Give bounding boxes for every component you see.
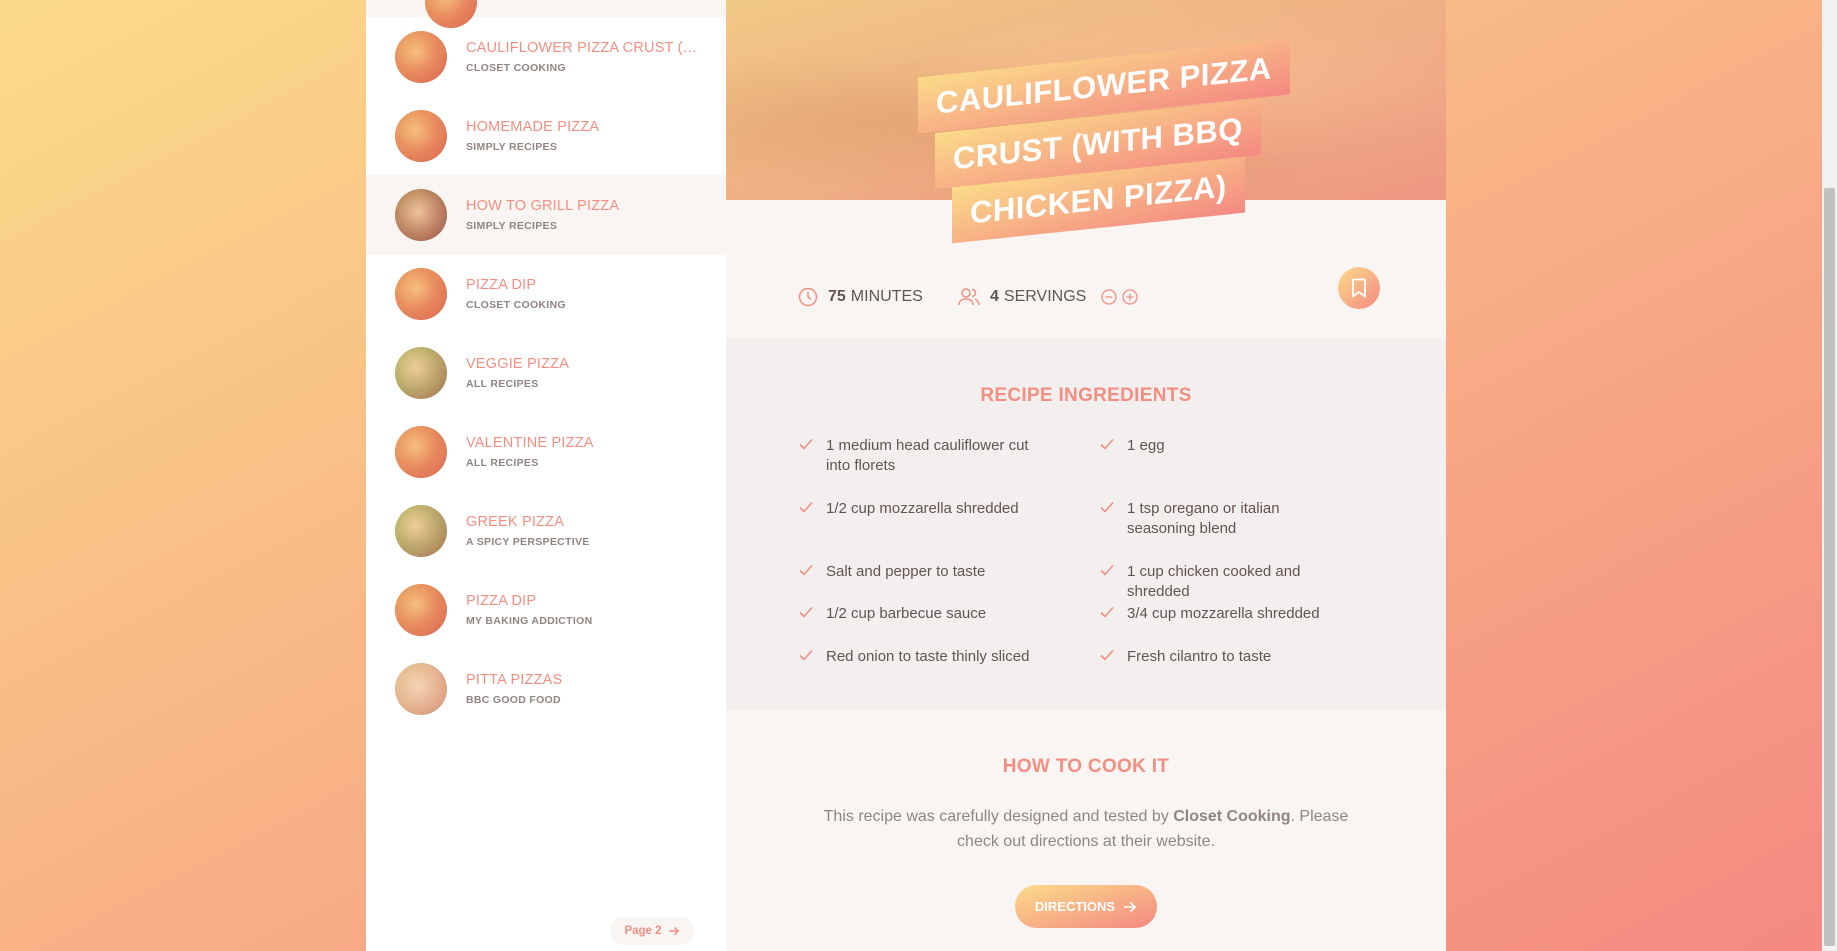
result-thumbnail (395, 268, 447, 320)
result-item[interactable]: Pizza Dip My Baking Addiction (366, 570, 726, 650)
directions-text: This recipe was carefully designed and t… (806, 804, 1366, 854)
arrow-right-icon (1124, 901, 1137, 912)
ingredients-section: Recipe Ingredients 1 medium head caulifl… (726, 339, 1446, 709)
result-item[interactable]: Veggie Pizza All Recipes (366, 333, 726, 413)
result-publisher: All Recipes (466, 378, 539, 390)
check-icon (798, 647, 826, 669)
directions-button[interactable]: Directions (1015, 885, 1157, 928)
recipe-title: Cauliflower Pizza Crust (with BBQ Chicke… (726, 0, 1446, 260)
ingredient-text: 1 cup chicken cooked and shredded (1127, 563, 1301, 600)
result-thumbnail (395, 110, 447, 162)
result-publisher: Closet Cooking (466, 299, 566, 311)
check-icon (798, 604, 826, 626)
bookmark-icon (1352, 278, 1366, 298)
servings-label: servings (1003, 288, 1087, 305)
ingredient-item: 1/2 cup mozzarella shredded (798, 499, 1048, 521)
ingredient-item: Red onion to taste thinly sliced (798, 647, 1048, 669)
ingredient-text: 1/2 cup barbecue sauce (826, 605, 987, 622)
result-item[interactable]: Cauliflower Pizza Crust (with BBQ Chicke… (366, 17, 726, 97)
ingredient-item: Fresh cilantro to taste (1099, 647, 1349, 669)
directions-button-label: Directions (1034, 899, 1116, 914)
ingredient-text: Red onion to taste thinly sliced (826, 648, 1030, 665)
result-thumbnail (395, 663, 447, 715)
directions-heading: How to cook it (1002, 756, 1170, 777)
result-item[interactable]: Valentine Pizza All Recipes (366, 412, 726, 492)
users-icon (958, 288, 980, 306)
result-publisher: Closet Cooking (466, 62, 566, 74)
result-title: Greek Pizza (466, 514, 565, 530)
ingredient-item: 1 tsp oregano or italian seasoning blend (1099, 499, 1349, 539)
result-publisher: My Baking Addiction (466, 615, 593, 627)
result-item[interactable]: How to Grill Pizza Simply Recipes (366, 175, 726, 255)
result-title: Veggie Pizza (466, 356, 570, 372)
scrollbar[interactable] (1822, 0, 1837, 951)
ingredient-text: 1/2 cup mozzarella shredded (826, 500, 1019, 517)
result-publisher: Simply Recipes (466, 220, 558, 232)
result-title: How to Grill Pizza (466, 198, 620, 214)
result-item[interactable]: Homemade Pizza Simply Recipes (366, 96, 726, 176)
check-icon (798, 562, 826, 584)
page-label: Page 2 (624, 925, 662, 937)
servings-value: 4 (990, 288, 999, 305)
result-publisher: All Recipes (466, 457, 539, 469)
ingredient-item: 1 egg (1099, 436, 1349, 458)
result-title: Valentine Pizza (466, 435, 594, 451)
result-title: Homemade Pizza (466, 119, 600, 135)
result-title: Pizza Dip (466, 593, 537, 609)
ingredient-text: 1 medium head cauliflower cut into flore… (826, 437, 1029, 474)
increase-servings-icon[interactable] (1122, 289, 1138, 305)
check-icon (1099, 562, 1127, 602)
ingredient-text: 3/4 cup mozzarella shredded (1127, 605, 1320, 622)
result-thumbnail (395, 426, 447, 478)
result-title: Pizza Dip (466, 277, 537, 293)
check-icon (798, 436, 826, 476)
clock-icon (798, 287, 818, 307)
ingredient-item: 1 medium head cauliflower cut into flore… (798, 436, 1048, 476)
arrow-right-icon (668, 926, 679, 936)
result-publisher: Simply Recipes (466, 141, 558, 153)
directions-publisher: Closet Cooking (1173, 808, 1291, 825)
result-thumbnail (395, 347, 447, 399)
ingredient-item: 3/4 cup mozzarella shredded (1099, 604, 1349, 626)
result-item[interactable]: Pitta Pizzas BBC Good Food (366, 649, 726, 729)
result-publisher: A Spicy Perspective (466, 536, 590, 548)
check-icon (1099, 499, 1127, 539)
ingredient-text: 1 tsp oregano or italian seasoning blend (1127, 500, 1280, 537)
directions-text-pre: This recipe was carefully designed and t… (823, 808, 1174, 825)
recipe-info-time: 75 minutes (798, 287, 923, 307)
result-title: Pitta Pizzas (466, 672, 563, 688)
search-results: Cauliflower Pizza Crust (with BBQ Chicke… (366, 0, 726, 951)
minutes-label: minutes (850, 288, 923, 305)
recipe-panel: Cauliflower Pizza Crust (with BBQ Chicke… (726, 0, 1446, 951)
check-icon (798, 499, 826, 521)
result-publisher: BBC Good Food (466, 694, 561, 706)
ingredient-item: 1/2 cup barbecue sauce (798, 604, 1048, 626)
ingredient-text: Fresh cilantro to taste (1127, 648, 1272, 665)
scrollbar-thumb[interactable] (1824, 188, 1835, 946)
result-thumbnail (395, 31, 447, 83)
app-container: Cauliflower Pizza Crust (with BBQ Chicke… (366, 0, 1446, 951)
minutes-value: 75 (828, 288, 846, 305)
bookmark-button[interactable] (1338, 267, 1380, 309)
recipe-info-servings: 4 servings (958, 287, 1138, 307)
ingredient-item: Salt and pepper to taste (798, 562, 1048, 584)
ingredients-heading: Recipe Ingredients (980, 385, 1192, 406)
result-thumbnail (395, 189, 447, 241)
next-page-button[interactable]: Page 2 (610, 917, 694, 945)
check-icon (1099, 604, 1127, 626)
check-icon (1099, 647, 1127, 669)
result-item[interactable]: Pizza Dip Closet Cooking (366, 254, 726, 334)
result-title: Cauliflower Pizza Crust (with BBQ Chicke… (466, 40, 706, 56)
result-item[interactable]: Greek Pizza A Spicy Perspective (366, 491, 726, 571)
result-thumbnail (395, 584, 447, 636)
ingredient-text: 1 egg (1127, 437, 1165, 454)
result-partial[interactable] (366, 0, 726, 28)
decrease-servings-icon[interactable] (1101, 289, 1117, 305)
ingredient-text: Salt and pepper to taste (826, 563, 986, 580)
ingredient-item: 1 cup chicken cooked and shredded (1099, 562, 1349, 602)
check-icon (1099, 436, 1127, 458)
result-thumbnail (395, 505, 447, 557)
